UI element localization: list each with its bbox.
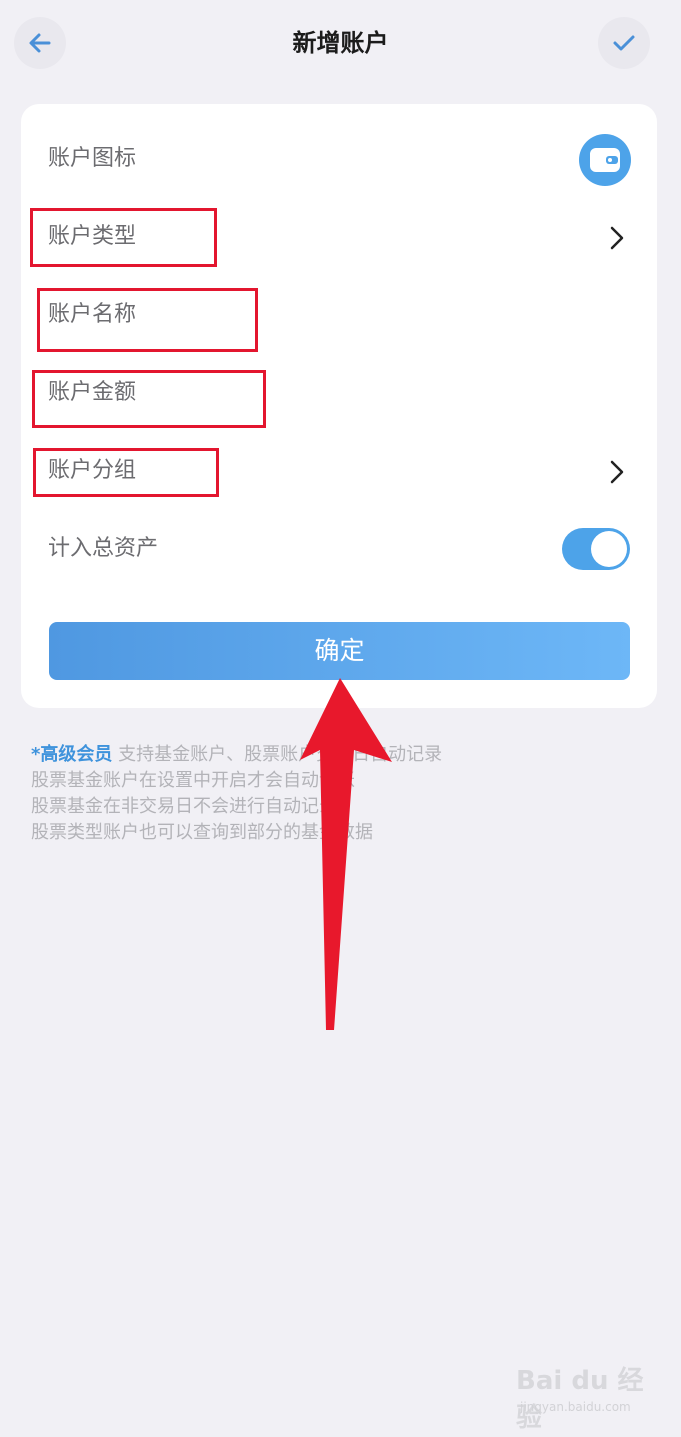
wallet-glyph-icon: [590, 148, 620, 172]
highlight-box-amount: [32, 370, 266, 428]
confirm-check-button[interactable]: [598, 17, 650, 69]
highlight-box-group: [33, 448, 219, 497]
vip-label[interactable]: *高级会员: [31, 744, 112, 765]
check-icon: [613, 35, 635, 51]
row-label: 账户图标: [48, 146, 137, 171]
toggle-knob: [591, 531, 627, 567]
watermark-url: jingyan.baidu.com: [520, 1400, 631, 1414]
chevron-right-icon: [610, 460, 624, 484]
page-title: 新增账户: [292, 29, 389, 57]
red-arrow-annotation: [300, 678, 392, 1030]
highlight-box-name: [37, 288, 258, 352]
chevron-right-icon: [610, 226, 624, 250]
baidu-watermark-logo: Bai du 经验 jingyan.baidu.com: [516, 1360, 666, 1433]
include-assets-toggle[interactable]: [562, 528, 630, 570]
row-account-icon[interactable]: 账户图标: [21, 122, 657, 198]
row-label: 计入总资产: [48, 536, 159, 561]
top-bar: 新增账户: [0, 0, 681, 88]
wallet-icon[interactable]: [579, 134, 631, 186]
highlight-box-type: [30, 208, 217, 267]
